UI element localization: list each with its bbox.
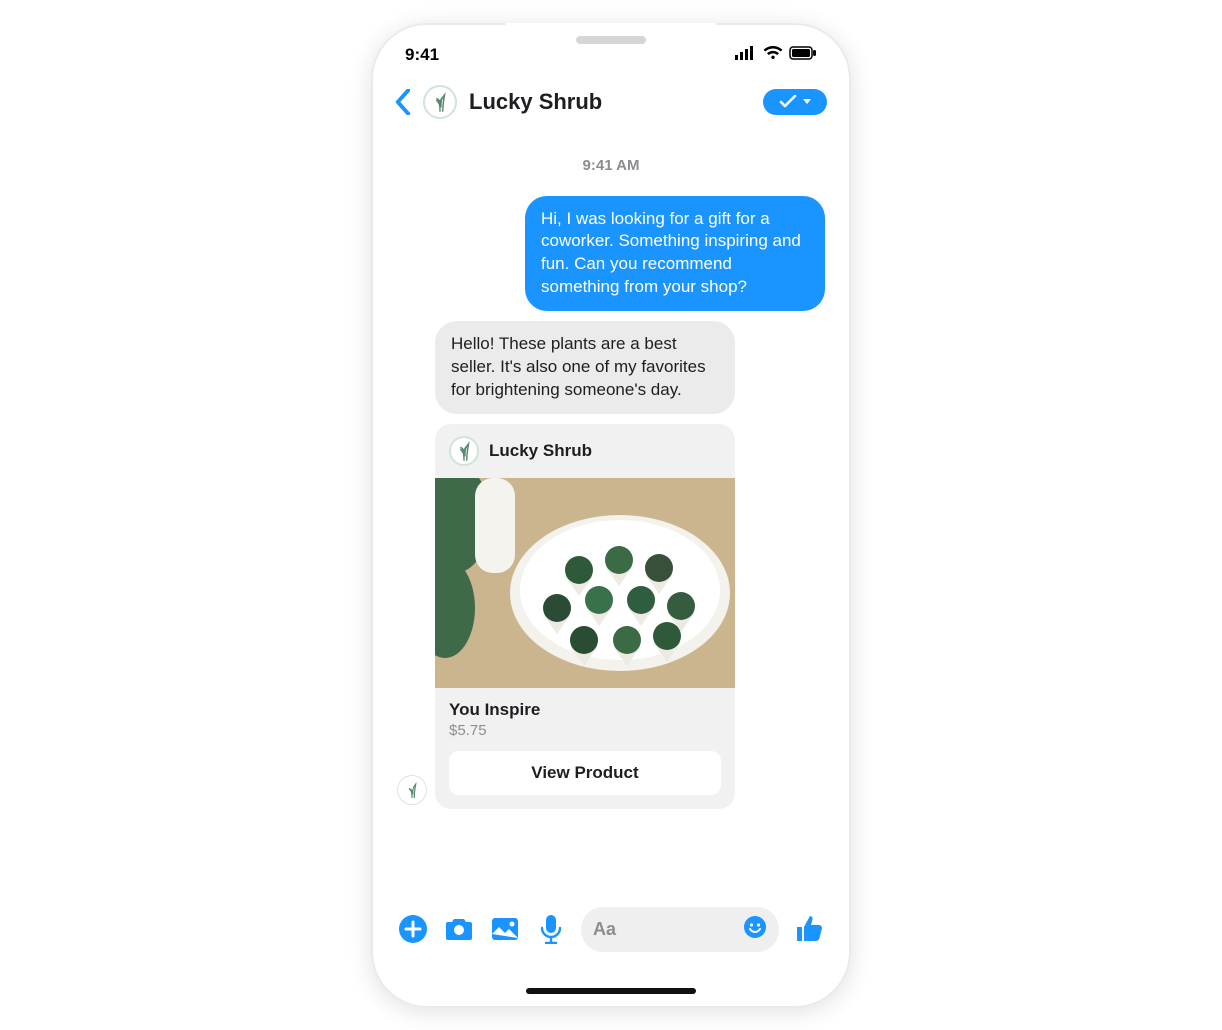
product-title: You Inspire (449, 700, 721, 720)
home-indicator[interactable] (526, 988, 696, 994)
chat-title[interactable]: Lucky Shrub (469, 89, 751, 115)
sender-avatar-small[interactable] (397, 775, 427, 805)
plant-icon (429, 91, 451, 113)
status-indicators (735, 45, 817, 65)
phone-frame: 9:41 Lucky Shrub (371, 23, 851, 1008)
camera-button[interactable] (443, 913, 475, 945)
conversation[interactable]: 9:41 AM Hi, I was looking for a gift for… (391, 129, 831, 895)
message-placeholder: Aa (593, 919, 616, 940)
camera-icon (444, 916, 474, 942)
smile-icon (743, 915, 767, 939)
like-button[interactable] (793, 913, 825, 945)
add-button[interactable] (397, 913, 429, 945)
speaker (576, 36, 646, 44)
image-icon (490, 916, 520, 942)
plant-icon (403, 781, 421, 799)
bot-message[interactable]: Hello! These plants are a best seller. I… (435, 321, 735, 414)
chat-avatar[interactable] (423, 85, 457, 119)
caret-down-icon (803, 99, 811, 104)
plus-circle-icon (398, 914, 428, 944)
cellular-icon (735, 45, 757, 65)
back-button[interactable] (395, 89, 411, 115)
gallery-button[interactable] (489, 913, 521, 945)
merchant-name: Lucky Shrub (489, 441, 592, 461)
mark-done-button[interactable] (763, 89, 827, 115)
plant-icon (453, 440, 475, 462)
product-card[interactable]: Lucky Shrub (435, 424, 735, 809)
product-price: $5.75 (449, 722, 721, 739)
microphone-icon (540, 914, 562, 944)
message-input[interactable]: Aa (581, 907, 779, 952)
checkmark-icon (779, 95, 797, 109)
battery-icon (789, 45, 817, 65)
phone-notch (506, 23, 716, 57)
product-card-header: Lucky Shrub (435, 424, 735, 478)
composer: Aa (391, 895, 831, 984)
thumbs-up-icon (794, 914, 824, 944)
merchant-avatar (449, 436, 479, 466)
wifi-icon (763, 45, 783, 65)
emoji-button[interactable] (743, 915, 767, 944)
product-image[interactable] (435, 478, 735, 688)
status-time: 9:41 (405, 45, 439, 65)
message-row-bot: Hello! These plants are a best seller. I… (397, 321, 825, 414)
voice-button[interactable] (535, 913, 567, 945)
thread-timestamp: 9:41 AM (397, 157, 825, 174)
user-message[interactable]: Hi, I was looking for a gift for a cowor… (525, 196, 825, 312)
message-row-user: Hi, I was looking for a gift for a cowor… (397, 196, 825, 312)
chat-header: Lucky Shrub (391, 85, 831, 129)
